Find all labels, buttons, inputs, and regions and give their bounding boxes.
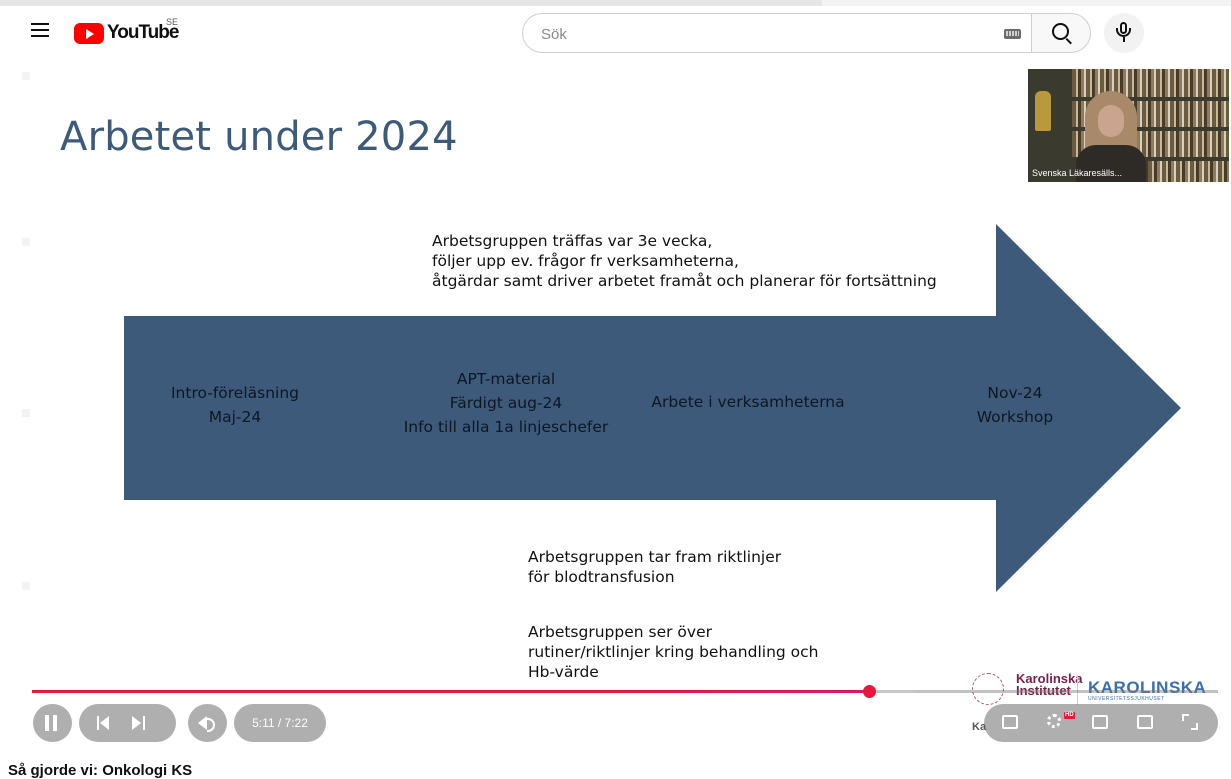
bookshelf bbox=[1072, 69, 1229, 97]
masthead: YouTube SE bbox=[0, 6, 1231, 58]
karolinska-institutet-logo: Karolinska Institutet bbox=[972, 672, 1082, 705]
arrow-label-line: Info till alla 1a linjeschefer bbox=[403, 418, 609, 436]
slide-bottom-text-line: för blodtransfusion bbox=[528, 568, 675, 586]
time-text: 5:11 / 7:22 bbox=[252, 716, 308, 730]
karolinska-hospital-subtitle: UNIVERSITETSSJUKHUSET bbox=[1088, 696, 1165, 702]
cast-icon[interactable] bbox=[1137, 715, 1153, 729]
arrow-label-line: Nov-24 bbox=[987, 384, 1043, 402]
slide-bottom-text-line: rutiner/riktlinjer kring behandling och bbox=[528, 643, 819, 661]
next-icon[interactable] bbox=[132, 716, 145, 730]
search-input[interactable] bbox=[539, 14, 993, 54]
hd-badge: HD bbox=[1064, 712, 1075, 719]
video-player[interactable]: Arbetet under 2024 Arbetsgruppen träffas… bbox=[0, 58, 1231, 754]
karolinska-hospital-logo: KAROLINSKA bbox=[1088, 678, 1207, 697]
search-box bbox=[522, 13, 1032, 54]
slide-top-text-line: åtgärdar samt driver arbetet framåt och … bbox=[432, 272, 937, 290]
voice-search-button[interactable] bbox=[1104, 13, 1144, 53]
settings-icon[interactable] bbox=[1047, 714, 1061, 728]
previous-icon[interactable] bbox=[97, 716, 109, 730]
bookshelf bbox=[1148, 161, 1229, 182]
speaker-face bbox=[1098, 105, 1124, 137]
search-icon bbox=[1052, 23, 1069, 40]
ki-seal bbox=[972, 673, 1004, 705]
play-pause-button[interactable] bbox=[33, 704, 72, 742]
slide-top-text: Arbetsgruppen träffas var 3e vecka, följ… bbox=[432, 231, 937, 291]
keyboard-icon[interactable] bbox=[1004, 29, 1021, 39]
arrow-label-line: Intro-föreläsning bbox=[170, 384, 300, 402]
arrow-label-workshop: Nov-24 Workshop bbox=[962, 381, 1068, 429]
time-display: 5:11 / 7:22 bbox=[234, 704, 326, 742]
search-bar bbox=[522, 13, 1091, 54]
slide-bottom-text-line: Hb-värde bbox=[528, 663, 599, 681]
arrow-label-work: Arbete i verksamheterna bbox=[638, 390, 858, 414]
slide-bottom-text-line: Arbetsgruppen tar fram riktlinjer bbox=[528, 548, 782, 566]
slide-bottom-text-line: Arbetsgruppen ser över bbox=[528, 623, 712, 641]
arrow-label-line: Färdigt aug-24 bbox=[449, 394, 563, 412]
miniplayer-icon[interactable] bbox=[1092, 715, 1108, 729]
microphone-icon-cup bbox=[1116, 28, 1131, 37]
arrow-label-line: Workshop bbox=[976, 408, 1054, 426]
lamp bbox=[1035, 91, 1051, 131]
arrow-label-line: Maj-24 bbox=[208, 408, 262, 426]
pause-icon bbox=[45, 715, 49, 731]
slide-bottom-text-2: Arbetsgruppen ser över rutiner/riktlinje… bbox=[528, 622, 818, 682]
slide-top-text-line: följer upp ev. frågor fr verksamheterna, bbox=[432, 252, 739, 270]
search-button[interactable] bbox=[1031, 13, 1091, 53]
video-title: Så gjorde vi: Onkologi KS bbox=[8, 762, 193, 779]
volume-icon bbox=[198, 716, 215, 732]
microphone-icon-stem bbox=[1123, 37, 1125, 42]
fullscreen-icon[interactable] bbox=[1182, 714, 1198, 730]
right-controls: HD bbox=[984, 704, 1218, 742]
prev-next-controls bbox=[79, 704, 176, 742]
arrow-label-apt: APT-material Färdigt aug-24 Info till al… bbox=[392, 367, 620, 439]
arrow-label-line: Arbete i verksamheterna bbox=[651, 393, 845, 411]
youtube-play-icon bbox=[74, 22, 104, 44]
progress-buffered bbox=[869, 690, 916, 693]
slide-bottom-text-1: Arbetsgruppen tar fram riktlinjer för bl… bbox=[528, 547, 781, 587]
arrow-label-intro: Intro-föreläsning Maj-24 bbox=[152, 381, 318, 429]
ki-name: Karolinska Institutet bbox=[1016, 672, 1082, 697]
webcam-overlay: Svenska Läkaresälls... bbox=[1028, 69, 1229, 182]
webcam-name: Svenska Läkaresälls... bbox=[1032, 168, 1123, 178]
arrow-label-line: APT-material bbox=[456, 370, 556, 388]
menu-icon[interactable] bbox=[31, 23, 49, 37]
country-code: SE bbox=[166, 17, 179, 27]
youtube-logo[interactable]: YouTube bbox=[74, 22, 179, 44]
subtitles-icon[interactable] bbox=[1002, 715, 1018, 729]
slide-top-text-line: Arbetsgruppen träffas var 3e vecka, bbox=[432, 232, 713, 250]
mute-button[interactable] bbox=[188, 704, 227, 742]
progress-bar[interactable] bbox=[32, 685, 1218, 698]
progress-played bbox=[32, 690, 870, 693]
